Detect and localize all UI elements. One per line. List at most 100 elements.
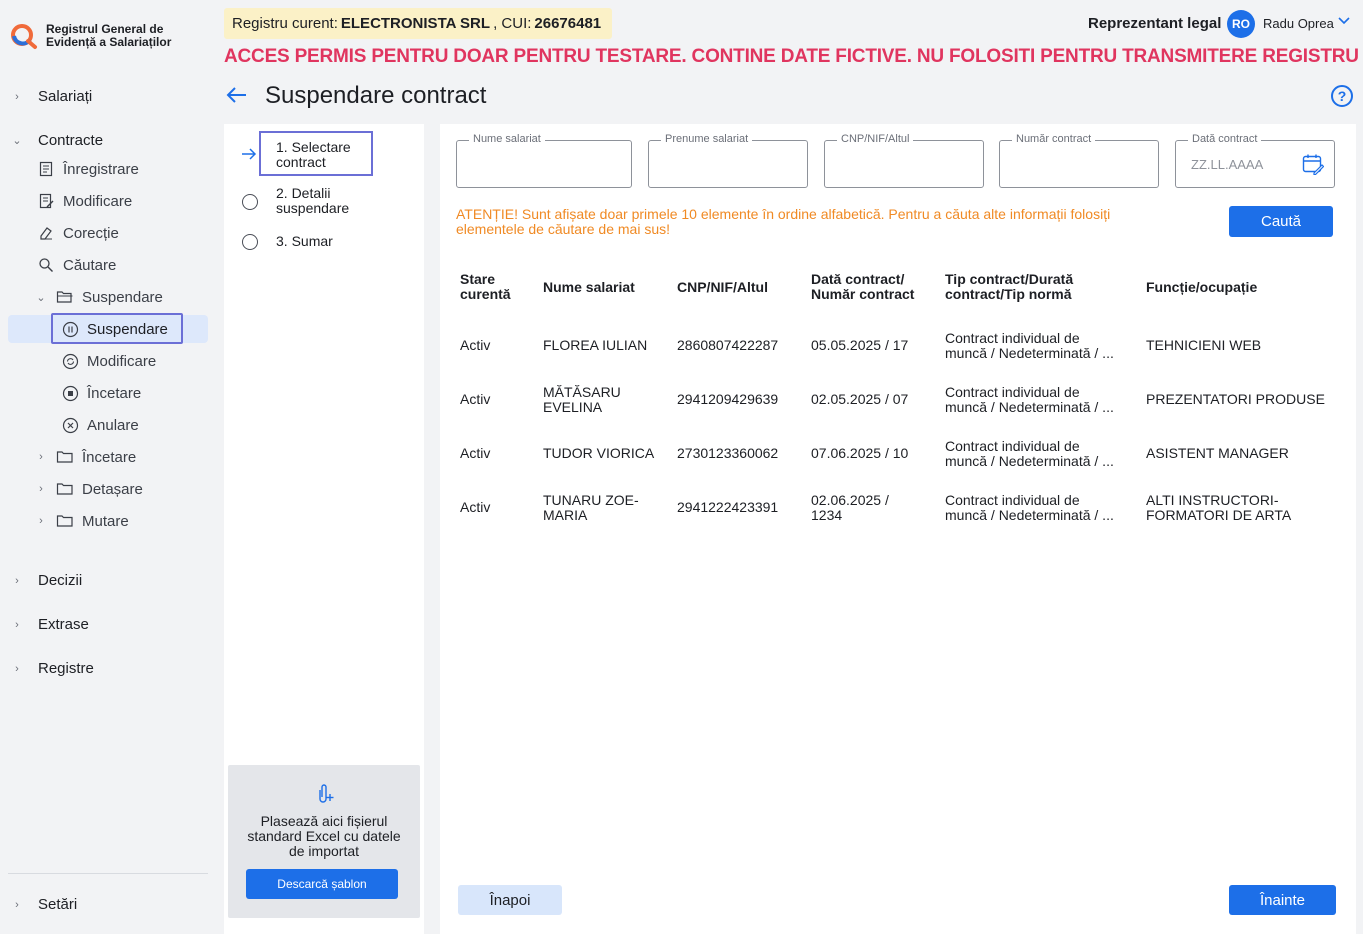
registry-company: ELECTRONISTA SRL bbox=[340, 15, 491, 32]
step-3-radio bbox=[242, 234, 258, 250]
sidebar-item-extrase[interactable]: › Extrase bbox=[10, 616, 89, 633]
sidebar-folder-mutare[interactable]: › Mutare bbox=[34, 512, 129, 530]
column-header-data: Dată contract/ Număr contract bbox=[811, 271, 915, 302]
contract-date-field[interactable]: Dată contract bbox=[1175, 133, 1335, 188]
column-header-functie: Funcție/ocupație bbox=[1146, 279, 1258, 295]
step-2[interactable]: 2. Detalii suspendare bbox=[276, 186, 349, 216]
cell-tip: Contract individual de muncă / Nedetermin… bbox=[945, 438, 1114, 469]
main-panel: Nume salariat Prenume salariat CNP/NIF/A… bbox=[440, 124, 1356, 934]
cell-stare: Activ bbox=[460, 391, 491, 407]
sidebar-item-contracte[interactable]: ⌄ Contracte bbox=[10, 132, 103, 149]
chevron-right-icon: › bbox=[15, 618, 19, 631]
excel-drop-zone[interactable]: Plasează aici fișierul standard Excel cu… bbox=[228, 765, 420, 918]
cell-stare: Activ bbox=[460, 337, 491, 353]
sidebar-item-setari[interactable]: › Setări bbox=[10, 896, 77, 913]
sidebar-item-salariati[interactable]: › Salariați bbox=[10, 88, 92, 105]
cell-data: 02.06.2025 /1234 bbox=[811, 492, 889, 523]
column-header-stare: Stare curentă bbox=[460, 271, 511, 302]
page-title: Suspendare contract bbox=[265, 82, 487, 109]
sidebar: Registrul General de Evidență a Salariaț… bbox=[0, 0, 216, 934]
document-edit-icon bbox=[37, 192, 55, 210]
drop-zone-text: Plasează aici fișierul standard Excel cu… bbox=[247, 813, 401, 859]
folder-icon bbox=[56, 512, 74, 530]
search-button[interactable]: Caută bbox=[1229, 206, 1333, 237]
folder-icon bbox=[56, 448, 74, 466]
sidebar-item-cautare[interactable]: Căutare bbox=[37, 256, 116, 274]
eraser-icon bbox=[37, 224, 55, 242]
download-template-button[interactable]: Descarcă șablon bbox=[246, 869, 398, 899]
chevron-right-icon: › bbox=[15, 662, 19, 675]
employee-firstname-field[interactable]: Prenume salariat bbox=[648, 133, 808, 188]
app-logo[interactable]: Registrul General de Evidență a Salariaț… bbox=[10, 22, 171, 50]
back-arrow-icon[interactable] bbox=[226, 84, 248, 110]
sidebar-item-incetare-suspendare[interactable]: Încetare bbox=[61, 384, 141, 402]
chevron-right-icon: › bbox=[15, 898, 19, 911]
result-limit-notice: ATENȚIE! Sunt afișate doar primele 10 el… bbox=[456, 206, 1111, 237]
sidebar-item-corectie[interactable]: Corecție bbox=[37, 224, 119, 242]
sidebar-item-anulare[interactable]: Anulare bbox=[61, 416, 139, 434]
cell-tip: Contract individual de muncă / Nedetermin… bbox=[945, 330, 1114, 361]
cnp-input[interactable] bbox=[825, 141, 983, 187]
cell-stare: Activ bbox=[460, 445, 491, 461]
cancel-circle-icon bbox=[61, 416, 79, 434]
arrow-right-icon bbox=[241, 147, 257, 163]
chevron-down-icon[interactable] bbox=[1338, 14, 1350, 28]
step-3[interactable]: 3. Sumar bbox=[276, 234, 333, 249]
next-button[interactable]: Înainte bbox=[1229, 885, 1336, 915]
employee-firstname-input[interactable] bbox=[649, 141, 807, 187]
chevron-down-icon: ⌄ bbox=[12, 135, 22, 147]
steps-panel: 1. Selectare contract 2. Detalii suspend… bbox=[224, 124, 424, 934]
logo-icon bbox=[11, 24, 37, 49]
cnp-field[interactable]: CNP/NIF/Altul bbox=[824, 133, 984, 188]
chevron-down-icon: ⌄ bbox=[36, 291, 46, 304]
cell-functie: ALTI INSTRUCTORI- FORMATORI DE ARTA bbox=[1146, 492, 1292, 523]
search-icon bbox=[37, 256, 55, 274]
cell-data: 05.05.2025 / 17 bbox=[811, 337, 909, 353]
contract-number-field[interactable]: Număr contract bbox=[999, 133, 1159, 188]
cell-functie: TEHNICIENI WEB bbox=[1146, 337, 1262, 353]
cell-tip: Contract individual de muncă / Nedetermin… bbox=[945, 384, 1114, 415]
role-label: Reprezentant legal bbox=[1088, 15, 1222, 32]
sidebar-folder-suspendare[interactable]: ⌄ Suspendare bbox=[34, 288, 163, 306]
cell-functie: PREZENTATORI PRODUSE bbox=[1146, 391, 1325, 407]
attachment-icon bbox=[314, 782, 334, 809]
cell-data: 07.06.2025 / 10 bbox=[811, 445, 909, 461]
cell-cnp: 2941209429639 bbox=[677, 391, 779, 407]
step-1[interactable]: 1. Selectare contract bbox=[276, 140, 351, 170]
column-header-tip: Tip contract/Durată contract/Tip normă bbox=[945, 271, 1074, 302]
calendar-edit-icon[interactable] bbox=[1302, 153, 1325, 180]
avatar[interactable]: RO bbox=[1227, 10, 1255, 38]
chevron-right-icon: › bbox=[39, 451, 43, 463]
folder-icon bbox=[56, 480, 74, 498]
help-icon[interactable]: ? bbox=[1331, 85, 1353, 107]
column-header-cnp: CNP/NIF/Altul bbox=[677, 279, 768, 295]
cell-tip: Contract individual de muncă / Nedetermin… bbox=[945, 492, 1114, 523]
employee-name-input[interactable] bbox=[457, 141, 631, 187]
cell-cnp: 2941222423391 bbox=[677, 499, 779, 515]
logo-line-2: Evidență a Salariaților bbox=[46, 35, 172, 49]
cell-cnp: 2860807422287 bbox=[677, 337, 779, 353]
cell-stare: Activ bbox=[460, 499, 491, 515]
sidebar-item-decizii[interactable]: › Decizii bbox=[10, 572, 82, 589]
back-button[interactable]: Înapoi bbox=[458, 885, 562, 915]
chevron-right-icon: › bbox=[39, 515, 43, 527]
cell-nume: TUDOR VIORICA bbox=[543, 445, 655, 461]
contract-number-input[interactable] bbox=[1000, 141, 1158, 187]
sidebar-item-modificare[interactable]: Modificare bbox=[37, 192, 132, 210]
cell-functie: ASISTENT MANAGER bbox=[1146, 445, 1289, 461]
sidebar-divider bbox=[8, 873, 208, 874]
user-name[interactable]: Radu Oprea bbox=[1263, 16, 1334, 31]
sidebar-item-modificare-suspendare[interactable]: Modificare bbox=[61, 352, 156, 370]
test-warning-banner: ACCES PERMIS PENTRU DOAR PENTRU TESTARE.… bbox=[224, 46, 1359, 67]
chevron-right-icon: › bbox=[15, 574, 19, 587]
sidebar-folder-detasare[interactable]: › Detașare bbox=[34, 480, 143, 498]
document-add-icon bbox=[37, 160, 55, 178]
sidebar-item-registre[interactable]: › Registre bbox=[10, 660, 94, 677]
sidebar-item-inregistrare[interactable]: Înregistrare bbox=[37, 160, 139, 178]
cell-nume: TUNARU ZOE- MARIA bbox=[543, 492, 639, 523]
column-header-nume: Nume salariat bbox=[543, 279, 635, 295]
chevron-right-icon: › bbox=[39, 483, 43, 495]
sidebar-folder-incetare[interactable]: › Încetare bbox=[34, 448, 136, 466]
step-2-radio bbox=[242, 194, 258, 210]
employee-name-field[interactable]: Nume salariat bbox=[456, 133, 632, 188]
